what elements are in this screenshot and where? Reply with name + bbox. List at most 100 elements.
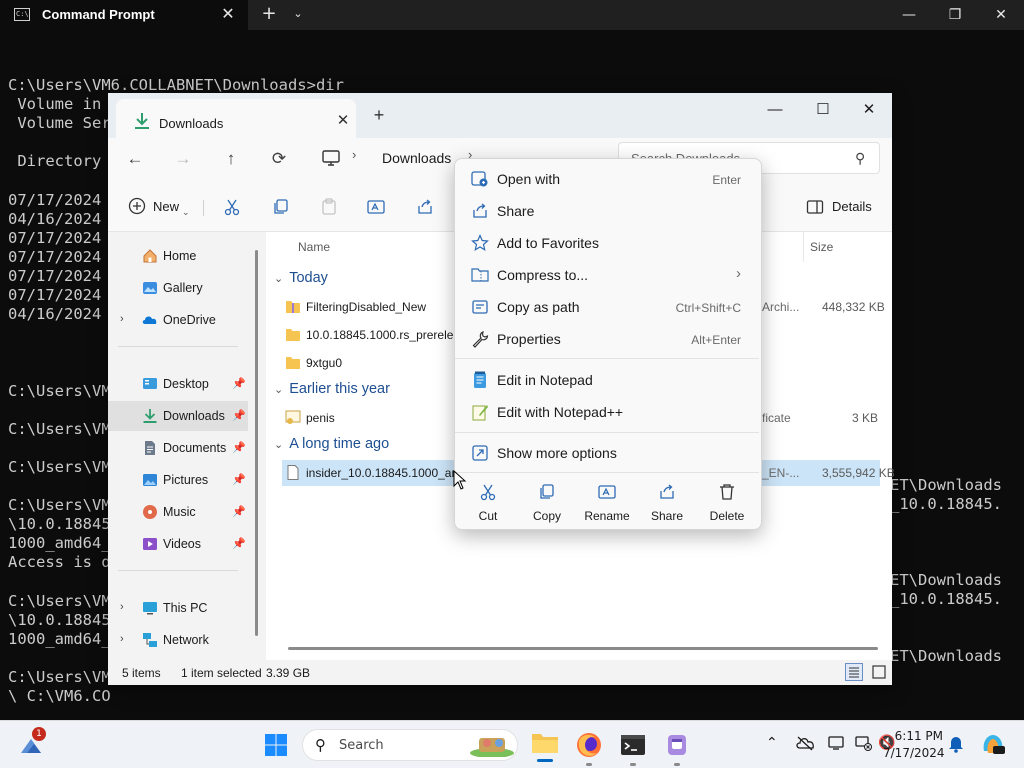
chevron-right-icon[interactable]: ›: [120, 633, 124, 645]
explorer-close-button[interactable]: ✕: [846, 95, 892, 125]
terminal-icon: [621, 735, 645, 755]
close-tab-button[interactable]: ✕: [334, 112, 352, 130]
menu-item-show-more-options[interactable]: Show more options: [461, 437, 755, 469]
taskbar-search-box[interactable]: ⚲ Search: [302, 729, 518, 761]
horizontal-scrollbar[interactable]: [288, 647, 878, 650]
taskbar-app[interactable]: [663, 731, 691, 766]
network-tray-button[interactable]: [854, 735, 872, 755]
refresh-button[interactable]: ⟳: [264, 138, 294, 180]
tiles-view-button[interactable]: [870, 663, 888, 681]
delete-icon: [720, 484, 734, 500]
explorer-tab[interactable]: Downloads ✕: [116, 99, 356, 138]
terminal-maximize-button[interactable]: ❐: [932, 0, 978, 30]
taskbar-terminal[interactable]: [619, 731, 647, 766]
new-button-label[interactable]: New: [153, 199, 179, 214]
start-button[interactable]: [264, 733, 288, 757]
status-bar: 5 items 1 item selected 3.39 GB: [108, 660, 892, 685]
sidebar-item-home[interactable]: Home: [108, 241, 248, 271]
copilot-button[interactable]: [980, 731, 1006, 761]
chevron-down-icon[interactable]: ⌄: [182, 207, 190, 218]
menu-item-properties[interactable]: Properties Alt+Enter: [461, 323, 755, 355]
group-header-today[interactable]: ⌄ Today: [274, 270, 328, 286]
quick-action-cut[interactable]: Cut: [460, 481, 516, 525]
documents-icon: [145, 441, 155, 455]
videos-icon: [143, 538, 157, 550]
column-header-size[interactable]: Size: [810, 240, 833, 254]
menu-item-edit-in-notepad[interactable]: Edit in Notepad: [461, 364, 755, 396]
sidebar-item-documents[interactable]: Documents 📌: [108, 433, 248, 463]
paste-icon[interactable]: [320, 198, 338, 216]
menu-item-copy-as-path[interactable]: Copy as path Ctrl+Shift+C: [461, 291, 755, 323]
chevron-right-icon[interactable]: ›: [120, 601, 124, 613]
new-tab-button[interactable]: +: [370, 105, 388, 125]
quick-action-delete[interactable]: Delete: [699, 481, 755, 525]
onedrive-tray-button[interactable]: [796, 735, 814, 755]
share-icon[interactable]: [416, 198, 434, 216]
rename-icon[interactable]: [367, 198, 385, 216]
terminal-close-button[interactable]: ✕: [978, 0, 1024, 30]
clock-time[interactable]: 6:11 PM: [883, 729, 943, 743]
compress-icon: [471, 268, 489, 282]
new-tab-button[interactable]: +: [258, 3, 280, 25]
up-button[interactable]: ↑: [216, 138, 246, 180]
menu-item-edit-with-notepadpp[interactable]: Edit with Notepad++: [461, 396, 755, 428]
sidebar-item-downloads[interactable]: Downloads 📌: [108, 401, 248, 431]
new-button[interactable]: [128, 192, 150, 220]
cloud-offline-icon: [796, 736, 814, 751]
pin-icon[interactable]: 📌: [232, 441, 246, 454]
notifications-button[interactable]: [948, 735, 964, 757]
sidebar-item-videos[interactable]: Videos 📌: [108, 529, 248, 559]
taskbar-firefox[interactable]: [575, 731, 603, 766]
sidebar-item-music[interactable]: Music 📌: [108, 497, 248, 527]
sidebar-item-pictures[interactable]: Pictures 📌: [108, 465, 248, 495]
column-divider[interactable]: [803, 232, 804, 262]
menu-item-open-with[interactable]: Open with Enter: [461, 163, 755, 195]
sidebar-item-onedrive[interactable]: › OneDrive: [108, 305, 248, 335]
explorer-minimize-button[interactable]: —: [752, 95, 798, 125]
group-header-earlier-this-year[interactable]: ⌄ Earlier this year: [274, 381, 390, 397]
quick-action-share[interactable]: Share: [639, 481, 695, 525]
terminal-tab[interactable]: C:\ Command Prompt ✕: [0, 0, 248, 30]
sidebar-scrollbar[interactable]: [255, 250, 258, 636]
copy-icon[interactable]: [272, 198, 290, 216]
pin-icon[interactable]: 📌: [232, 537, 246, 550]
menu-item-share[interactable]: Share: [461, 195, 755, 227]
clock-date[interactable]: 7/17/2024: [883, 746, 945, 760]
sidebar-item-gallery[interactable]: Gallery: [108, 273, 248, 303]
sidebar-item-this-pc[interactable]: › This PC: [108, 593, 248, 623]
search-icon: ⚲: [855, 150, 866, 166]
back-button[interactable]: ←: [120, 138, 150, 180]
pin-icon[interactable]: 📌: [232, 377, 246, 390]
sidebar-item-network[interactable]: › Network: [108, 625, 248, 655]
breadcrumb-downloads[interactable]: Downloads: [382, 150, 451, 166]
details-pane-icon[interactable]: [806, 198, 824, 216]
show-hidden-icons-button[interactable]: ⌃: [766, 735, 778, 751]
breadcrumb-chevron-icon[interactable]: ›: [352, 147, 356, 162]
pin-icon[interactable]: 📌: [232, 505, 246, 518]
details-button-label[interactable]: Details: [832, 199, 872, 214]
menu-item-compress-to[interactable]: Compress to... ›: [461, 259, 755, 291]
column-header-name[interactable]: Name: [298, 240, 330, 254]
quick-action-copy[interactable]: Copy: [519, 481, 575, 525]
taskbar-file-explorer[interactable]: [530, 729, 560, 762]
display-tray-button[interactable]: [828, 735, 846, 755]
terminal-minimize-button[interactable]: —: [886, 0, 932, 30]
menu-item-add-to-favorites[interactable]: Add to Favorites: [461, 227, 755, 259]
details-view-button[interactable]: [845, 663, 863, 681]
quick-action-rename[interactable]: Rename: [579, 481, 635, 525]
copy-path-icon: [472, 300, 488, 314]
close-tab-button[interactable]: ✕: [218, 3, 238, 25]
forward-button[interactable]: →: [168, 138, 198, 180]
downloads-icon: [143, 409, 157, 423]
cut-icon[interactable]: [223, 198, 241, 216]
explorer-maximize-button[interactable]: ☐: [800, 95, 846, 125]
pin-icon[interactable]: 📌: [232, 409, 246, 422]
pin-icon[interactable]: 📌: [232, 473, 246, 486]
tab-dropdown-button[interactable]: ⌄: [289, 3, 307, 25]
widgets-button[interactable]: 1: [18, 727, 46, 757]
group-header-a-long-time-ago[interactable]: ⌄ A long time ago: [274, 436, 389, 452]
sidebar-item-desktop[interactable]: Desktop 📌: [108, 369, 248, 399]
chevron-right-icon[interactable]: ›: [120, 313, 124, 325]
zip-folder-icon: [286, 301, 300, 313]
network-disconnected-icon: [855, 736, 872, 751]
